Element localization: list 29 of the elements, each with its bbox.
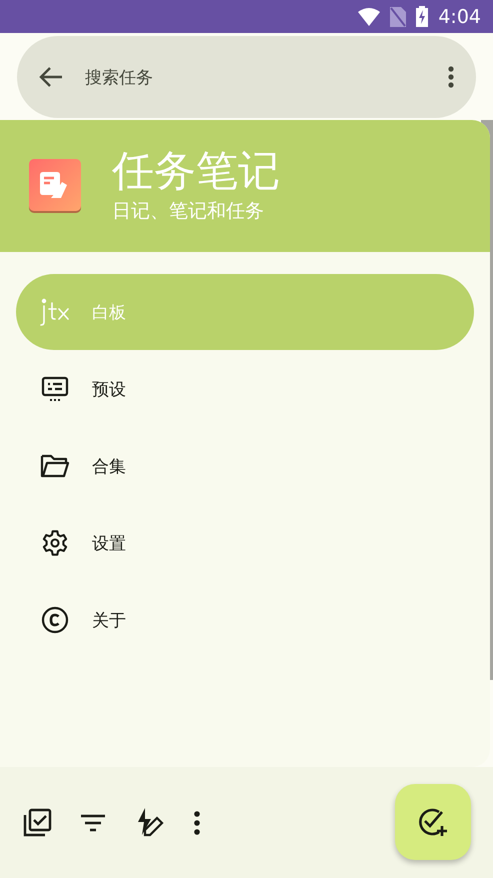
status-time: 4:04 bbox=[438, 6, 481, 28]
drawer-item-label: 关于 bbox=[92, 610, 126, 632]
app-subtitle: 日记、笔记和任务 bbox=[112, 199, 265, 224]
add-task-button[interactable] bbox=[395, 784, 471, 860]
drawer-item-label: 设置 bbox=[92, 532, 126, 554]
drawer-item-label: 预设 bbox=[92, 378, 126, 400]
back-icon[interactable] bbox=[39, 66, 63, 88]
drawer-item-label: 白板 bbox=[92, 302, 126, 324]
drawer-item[interactable]: 关于 bbox=[16, 582, 474, 658]
drawer-item[interactable]: 合集 bbox=[16, 428, 474, 504]
search-bar[interactable]: 搜索任务 bbox=[17, 36, 476, 118]
more-icon[interactable] bbox=[448, 66, 454, 88]
settings-icon bbox=[41, 529, 69, 557]
more-icon[interactable] bbox=[194, 810, 200, 834]
check-circle-plus-icon bbox=[417, 807, 449, 837]
filter-icon[interactable] bbox=[80, 812, 106, 832]
drawer-item[interactable]: 预设 bbox=[16, 351, 474, 427]
wifi-icon bbox=[358, 8, 380, 26]
checklist-icon[interactable] bbox=[22, 808, 52, 838]
presets-icon bbox=[41, 375, 69, 403]
search-placeholder: 搜索任务 bbox=[85, 66, 154, 88]
no-sim-icon bbox=[390, 6, 406, 26]
copyright-icon bbox=[41, 606, 69, 634]
app-logo-icon bbox=[28, 158, 82, 214]
folder-icon bbox=[40, 453, 70, 479]
drawer-item[interactable]: 设置 bbox=[16, 505, 474, 581]
drawer-item-label: 合集 bbox=[92, 456, 126, 478]
app-title: 任务笔记 bbox=[112, 148, 280, 194]
battery-charging-icon bbox=[416, 6, 428, 27]
